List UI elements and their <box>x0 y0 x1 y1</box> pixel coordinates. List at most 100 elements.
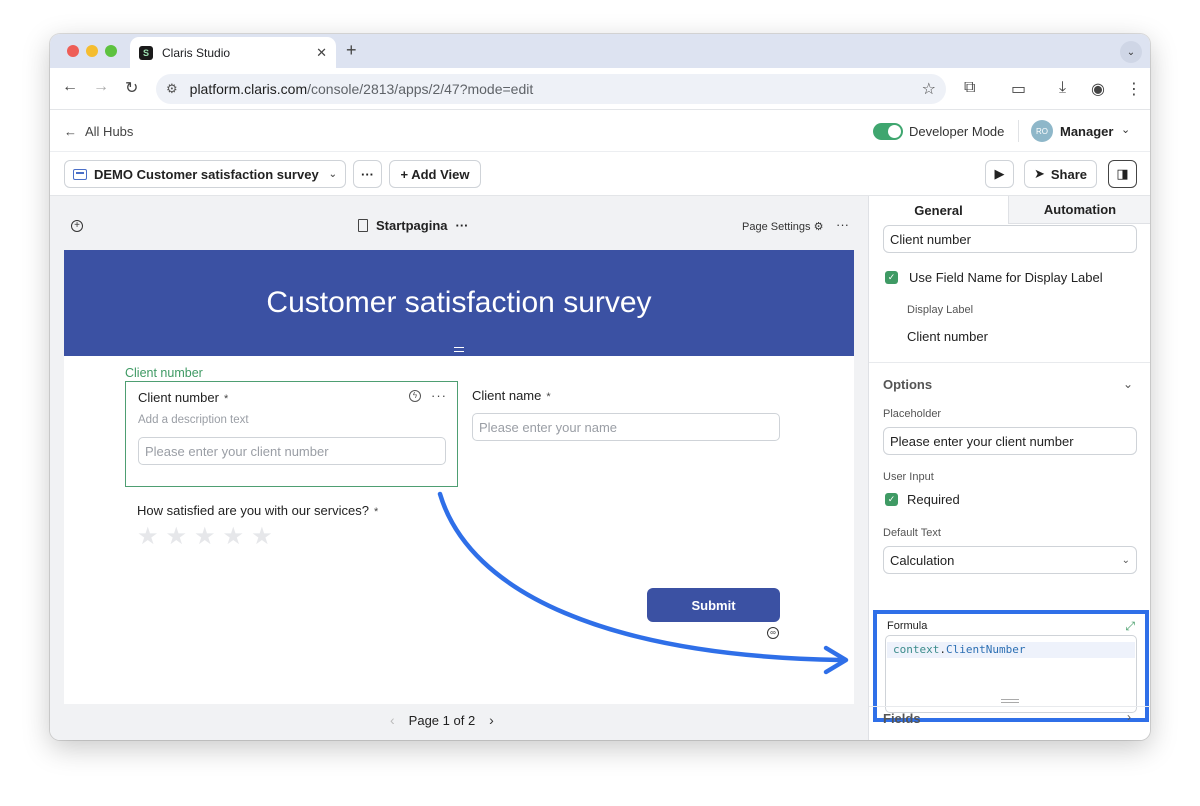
minimize-window-button[interactable] <box>86 45 98 57</box>
close-window-button[interactable] <box>67 45 79 57</box>
canvas-more-icon[interactable]: ··· <box>836 217 849 232</box>
client-name-label-text: Client name <box>472 388 542 403</box>
client-name-input[interactable]: Please enter your name <box>472 413 780 441</box>
required-mark: * <box>546 391 551 403</box>
avatar[interactable]: RO <box>1031 120 1053 142</box>
chevron-down-icon: ⌄ <box>328 168 337 180</box>
claris-favicon-icon: S <box>139 45 153 60</box>
section-divider <box>869 706 1150 707</box>
formula-caption: Formula <box>887 620 928 632</box>
submit-button[interactable]: Submit <box>647 588 780 622</box>
view-name: DEMO Customer satisfaction survey <box>94 166 319 182</box>
tab-automation[interactable]: Automation <box>1009 196 1150 224</box>
user-role-menu[interactable]: Manager <box>1060 124 1113 139</box>
view-toolbar: DEMO Customer satisfaction survey ⌄ ··· … <box>50 152 1150 196</box>
user-input-caption: User Input <box>883 471 934 483</box>
maximize-window-button[interactable] <box>105 45 117 57</box>
use-field-name-checkbox[interactable]: ✓ <box>885 271 898 284</box>
description-placeholder[interactable]: Add a description text <box>138 414 249 426</box>
form-canvas: + Startpagina ··· Page Settings ⚙ ··· Cu… <box>50 196 868 740</box>
browser-tab-bar: S Claris Studio ✕ + ⌄ <box>50 34 1150 68</box>
placeholder-input[interactable]: Please enter your client number <box>883 427 1137 455</box>
view-more-button[interactable]: ··· <box>353 160 382 188</box>
required-mark: * <box>223 393 229 405</box>
required-checkbox[interactable]: ✓ <box>885 493 898 506</box>
expand-editor-icon[interactable]: ⤢ <box>1125 619 1135 634</box>
browser-menu-icon[interactable]: ⋮ <box>1126 79 1142 99</box>
use-field-name-label: Use Field Name for Display Label <box>909 270 1103 285</box>
download-icon[interactable]: ⤓ <box>1059 79 1066 97</box>
star-icon[interactable]: ★ <box>166 522 188 551</box>
new-tab-button[interactable]: + <box>346 40 357 61</box>
client-number-field[interactable]: Client number * ϟ ··· Add a description t… <box>125 381 458 487</box>
properties-panel: General Automation Client number ✓ Use F… <box>868 196 1150 740</box>
automation-bolt-icon[interactable]: ϟ <box>409 389 421 402</box>
field-name-input[interactable]: Client number <box>883 225 1137 253</box>
star-icon[interactable]: ★ <box>223 522 245 551</box>
placeholder-caption: Placeholder <box>883 408 942 420</box>
tab-general[interactable]: General <box>869 196 1009 224</box>
star-icon[interactable]: ★ <box>251 522 273 551</box>
form-view-icon <box>73 168 87 180</box>
previous-page-icon[interactable]: ‹ <box>390 712 395 728</box>
star-rating[interactable]: ★ ★ ★ ★ ★ <box>137 522 273 551</box>
header-divider <box>1018 120 1019 142</box>
required-mark: * <box>373 506 379 518</box>
extensions-puzzle-icon[interactable]: ⧉ <box>964 79 975 97</box>
chevron-down-icon[interactable]: ⌄ <box>1123 377 1133 391</box>
browser-window: S Claris Studio ✕ + ⌄ ← → ↻ ⚙ platform.c… <box>50 34 1150 740</box>
form-page: Customer satisfaction survey Client numb… <box>64 250 854 704</box>
star-icon[interactable]: ★ <box>194 522 216 551</box>
chevron-down-icon[interactable]: ⌄ <box>1121 123 1130 136</box>
profile-icon[interactable]: ◉ <box>1091 79 1105 99</box>
pagination: ‹ Page 1 of 2 › <box>390 712 494 728</box>
forward-arrow-icon[interactable]: → <box>93 78 109 96</box>
default-text-value: Calculation <box>890 552 955 568</box>
bookmark-star-icon[interactable]: ☆ <box>922 79 936 99</box>
chevron-right-icon[interactable]: › <box>1127 710 1131 724</box>
options-section-title[interactable]: Options <box>883 377 932 392</box>
toggle-panel-button[interactable]: ◨ <box>1108 160 1137 188</box>
tab-search-chevron-icon[interactable]: ⌄ <box>1120 41 1142 63</box>
survey-banner[interactable]: Customer satisfaction survey <box>64 250 854 356</box>
page-title: Startpagina <box>376 218 448 233</box>
close-tab-icon[interactable]: ✕ <box>316 45 327 61</box>
preview-play-icon: ▶ <box>994 166 1005 181</box>
star-icon[interactable]: ★ <box>137 522 159 551</box>
fields-section-title[interactable]: Fields <box>883 711 921 726</box>
developer-mode-toggle[interactable] <box>873 123 903 140</box>
page-more-icon[interactable]: ··· <box>456 218 469 233</box>
reading-mode-icon[interactable]: ▭ <box>1011 79 1026 99</box>
add-element-icon[interactable]: + <box>71 220 83 232</box>
tab-title: Claris Studio <box>162 45 231 60</box>
browser-tab-claris-studio[interactable]: S Claris Studio ✕ <box>130 37 336 68</box>
panel-resize-grip-icon[interactable] <box>1001 699 1019 703</box>
client-number-input[interactable]: Please enter your client number <box>138 437 446 465</box>
share-button[interactable]: ➤ Share <box>1024 160 1097 188</box>
add-view-button[interactable]: + Add View <box>389 160 481 188</box>
formula-dot: . <box>939 643 946 656</box>
reload-icon[interactable]: ↻ <box>125 78 138 98</box>
browser-toolbar: ← → ↻ ⚙ platform.claris.com /console/281… <box>50 68 1150 110</box>
view-selector[interactable]: DEMO Customer satisfaction survey ⌄ <box>64 160 346 188</box>
next-page-icon[interactable]: › <box>489 712 494 728</box>
section-divider <box>869 362 1150 363</box>
page-settings-label: Page Settings <box>742 221 811 233</box>
back-arrow-icon[interactable]: ← <box>62 78 78 96</box>
banner-title: Customer satisfaction survey <box>266 286 652 319</box>
all-hubs-link[interactable]: ← All Hubs <box>64 124 133 139</box>
address-bar[interactable]: ⚙ platform.claris.com /console/2813/apps… <box>156 74 946 104</box>
formula-code-line: context.ClientNumber <box>887 642 1135 658</box>
resize-handle-icon[interactable] <box>454 347 464 352</box>
gear-icon: ⚙ <box>813 221 824 233</box>
preview-button[interactable]: ▶ <box>985 160 1014 188</box>
client-number-label: Client number * <box>138 390 228 405</box>
page-settings-button[interactable]: Page Settings ⚙ <box>742 220 823 233</box>
field-more-icon[interactable]: ··· <box>431 388 447 403</box>
rating-label: How satisfied are you with our services?… <box>137 503 378 518</box>
panel-tabs: General Automation <box>869 196 1150 224</box>
site-settings-icon[interactable]: ⚙ <box>166 81 178 97</box>
page-name[interactable]: Startpagina ··· <box>358 218 469 233</box>
default-text-select[interactable]: Calculation ⌄ <box>883 546 1137 574</box>
link-icon[interactable]: ∞ <box>767 627 779 639</box>
